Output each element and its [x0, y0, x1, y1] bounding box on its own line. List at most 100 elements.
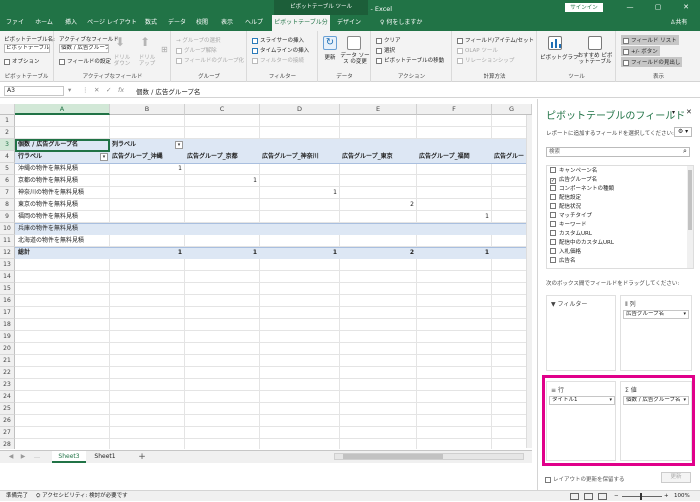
sheet-nav-next[interactable]: ▶	[18, 451, 28, 463]
zoom-level[interactable]: 100%	[674, 491, 690, 502]
tab-data[interactable]: データ	[166, 15, 188, 31]
page-break-view-icon[interactable]	[598, 493, 607, 500]
column-header-c[interactable]: C	[185, 104, 260, 115]
update-button[interactable]: 更新	[661, 472, 691, 483]
field-list[interactable]: キャンペーン名 ✓ 広告グループ名 コンポーネントの種類 配信設定 配信状況 マッ…	[546, 165, 694, 269]
zoom-slider[interactable]	[622, 496, 662, 497]
tab-insert[interactable]: 挿入	[63, 15, 79, 31]
pivot-row-label[interactable]: 神奈川の物件を無料見積	[18, 187, 110, 199]
field-item[interactable]: ✓ 広告グループ名	[550, 176, 597, 185]
drill-down-button[interactable]: ドリル ダウン	[112, 55, 132, 67]
group-selection-button[interactable]: → グループの選択	[176, 36, 221, 44]
row-header[interactable]: 27	[0, 427, 15, 439]
tab-file[interactable]: ファイル	[4, 15, 26, 42]
zoom-in-button[interactable]: +	[664, 491, 669, 502]
row-labels-filter-dropdown[interactable]: ▾	[100, 153, 108, 161]
row-header[interactable]: 12	[0, 247, 15, 259]
tab-help[interactable]: ヘルプ	[243, 15, 265, 31]
field-checkbox[interactable]	[550, 257, 556, 263]
tab-home[interactable]: ホーム	[33, 15, 55, 31]
field-checkbox[interactable]	[550, 221, 556, 227]
field-item[interactable]: 配信設定	[550, 194, 581, 203]
insert-timeline-button[interactable]: タイムラインの挿入	[252, 46, 309, 54]
row-header[interactable]: 18	[0, 319, 15, 331]
pivot-chart-button[interactable]: ピボットグラフ	[540, 53, 579, 61]
field-item[interactable]: コンポーネントの種類	[550, 185, 614, 194]
row-header[interactable]: 13	[0, 259, 15, 271]
field-item[interactable]: カスタムURL	[550, 230, 592, 239]
tell-me-search[interactable]: ♀ 何をしますか	[380, 15, 422, 31]
horizontal-scroll-thumb[interactable]	[343, 454, 443, 459]
row-header[interactable]: 8	[0, 199, 15, 211]
pivot-value-cell[interactable]: 2	[340, 199, 417, 211]
active-field-input[interactable]: 個数 / 広告グループ名	[59, 44, 109, 53]
worksheet-grid[interactable]: A B C D E F G 1 2 3 4 5 6 7 8 9 10 11 12 13 14 15 16 17 1…	[0, 104, 532, 449]
filters-area[interactable]: ▼ フィルター	[546, 295, 616, 371]
relationships-button[interactable]: リレーションシップ	[457, 56, 514, 64]
pivot-name-input[interactable]: ピボットテーブル4	[4, 44, 50, 53]
field-item[interactable]: キャンペーン名	[550, 167, 597, 176]
recommended-pivot-button[interactable]: おすすめ ピボットテーブル	[576, 53, 614, 65]
columns-field-chip[interactable]: 広告グループ名 ▾	[623, 310, 689, 319]
row-header[interactable]: 16	[0, 295, 15, 307]
accessibility-status[interactable]: ⛭ アクセシビリティ: 検討が必要です	[36, 491, 128, 502]
close-button[interactable]: ✕	[676, 0, 696, 15]
sheet-nav-more[interactable]: …	[32, 451, 42, 463]
field-checkbox[interactable]	[550, 248, 556, 254]
row-header[interactable]: 19	[0, 331, 15, 343]
row-header[interactable]: 10	[0, 223, 15, 235]
change-data-source-button[interactable]: データ ソース の変更	[340, 53, 370, 65]
field-list-toggle[interactable]: フィールド リスト	[621, 35, 679, 45]
row-header[interactable]: 28	[0, 439, 15, 449]
field-item[interactable]: マッチタイプ	[550, 212, 592, 221]
field-checkbox[interactable]	[550, 185, 556, 191]
horizontal-scrollbar[interactable]	[334, 453, 524, 460]
column-labels-filter-dropdown[interactable]: ▾	[175, 141, 183, 149]
zoom-slider-thumb[interactable]	[640, 493, 642, 500]
expand-field-icon[interactable]: ⊞	[161, 45, 168, 54]
row-header[interactable]: 24	[0, 391, 15, 403]
tab-pivot-analyze[interactable]: ピボットテーブル分析	[272, 15, 330, 42]
row-header[interactable]: 9	[0, 211, 15, 223]
field-list-scrollbar[interactable]	[687, 166, 693, 268]
row-header[interactable]: 14	[0, 271, 15, 283]
row-header[interactable]: 11	[0, 235, 15, 247]
tab-page-layout[interactable]: ページ レイアウト	[87, 15, 137, 31]
sheet-tab-sheet3[interactable]: Sheet3	[52, 451, 86, 463]
pivot-row-label[interactable]: 京都の物件を無料見積	[18, 175, 110, 187]
sheet-tab-sheet1[interactable]: Sheet1	[88, 451, 122, 463]
field-checkbox[interactable]	[550, 167, 556, 173]
pivot-value-cell[interactable]: 1	[260, 187, 340, 199]
zoom-out-button[interactable]: −	[614, 491, 619, 502]
column-header-a[interactable]: A	[15, 104, 110, 115]
field-checkbox[interactable]	[550, 230, 556, 236]
row-header[interactable]: 25	[0, 403, 15, 415]
tab-review[interactable]: 校閲	[194, 15, 210, 31]
field-list-scroll-thumb[interactable]	[688, 170, 692, 230]
formula-content[interactable]: 個数 / 広告グループ名	[136, 86, 200, 96]
signin-button[interactable]: サインイン	[565, 3, 603, 12]
share-button[interactable]: ♙共有	[670, 15, 687, 31]
refresh-button[interactable]: 更新	[323, 53, 337, 61]
pivot-value-cell[interactable]: 1	[417, 211, 492, 223]
olap-tools-button[interactable]: OLAP ツール	[457, 46, 498, 54]
row-header[interactable]: 20	[0, 343, 15, 355]
column-header-g[interactable]: G	[492, 104, 532, 115]
panel-close-button[interactable]: ✕	[686, 108, 692, 116]
field-settings-button[interactable]: フィールドの設定	[59, 57, 111, 65]
row-header[interactable]: 5	[0, 163, 15, 175]
field-item[interactable]: 配信状況	[550, 203, 581, 212]
field-item[interactable]: 配信中のカスタムURL	[550, 239, 614, 248]
chevron-down-icon[interactable]: ▾	[683, 311, 686, 318]
pivot-total-cell[interactable]: 1	[110, 247, 185, 259]
defer-checkbox[interactable]	[545, 476, 551, 483]
clear-button[interactable]: クリア	[376, 36, 401, 44]
restore-button[interactable]: ▢	[648, 0, 668, 15]
field-search-input[interactable]: 検索	[546, 147, 690, 157]
fields-items-sets-button[interactable]: フィールド/アイテム/セット	[457, 36, 534, 44]
ungroup-button[interactable]: グループ解除	[176, 46, 217, 54]
field-item[interactable]: 広告名	[550, 257, 576, 266]
normal-view-icon[interactable]	[570, 493, 579, 500]
column-header-f[interactable]: F	[417, 104, 492, 115]
pivot-total-cell[interactable]: 2	[340, 247, 417, 259]
